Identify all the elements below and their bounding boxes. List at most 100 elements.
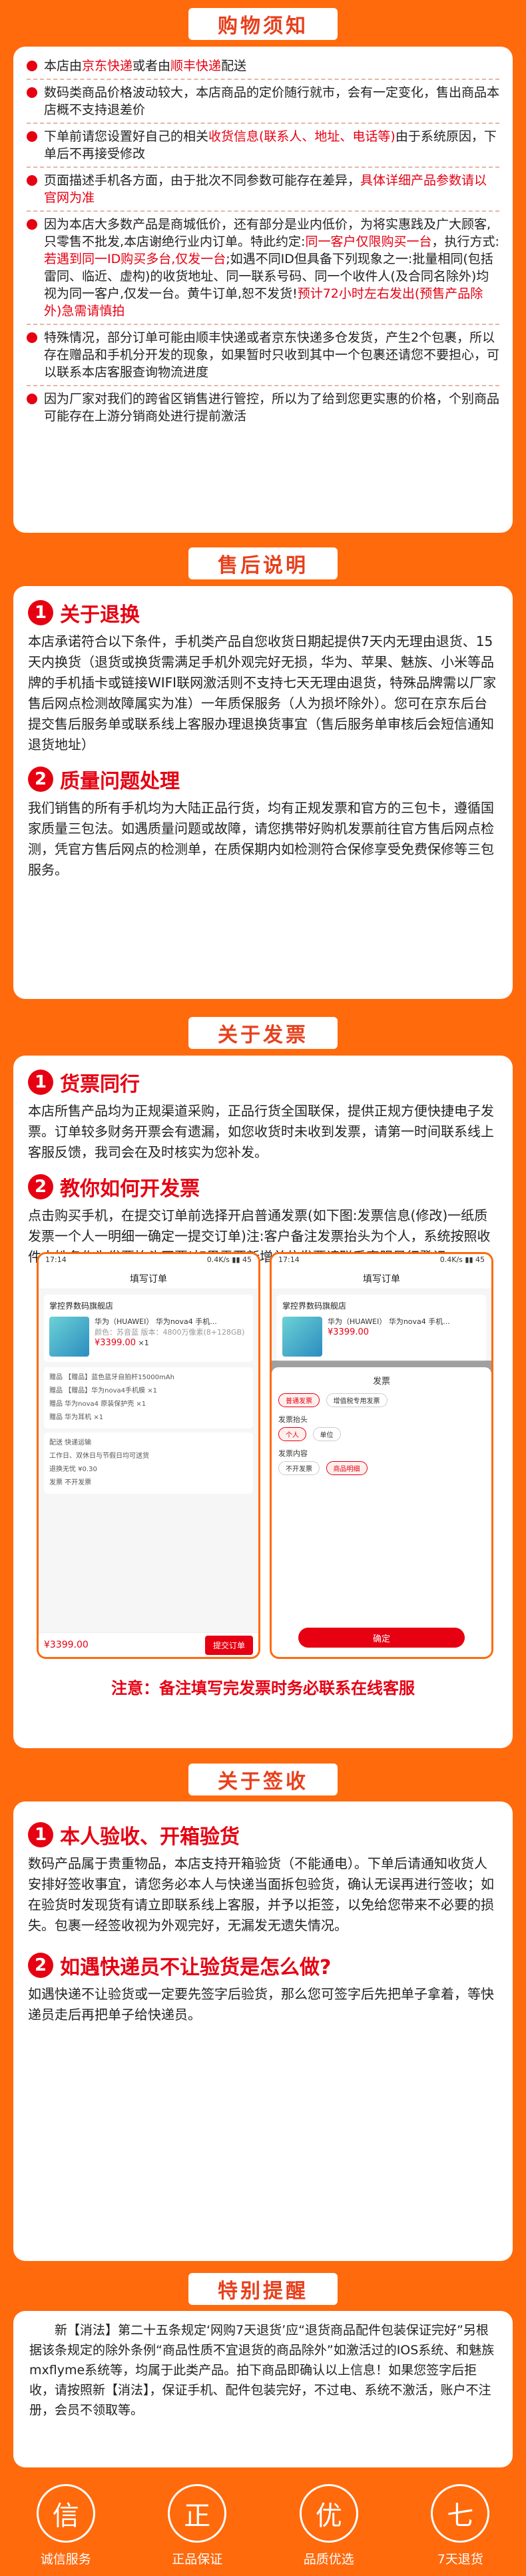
company-chip: 单位 [312, 1427, 341, 1441]
notice-text-part: 本店由 [44, 59, 83, 73]
bullet-icon [27, 61, 37, 71]
section-title-notice: 购物须知 [188, 8, 338, 40]
delivery-lines: 配送 快递运输 工作日、双休日与节假日均可送货 退换无忧 ¥0.30 发票 不开… [44, 1433, 253, 1494]
notice-text: 本店由京东快递或者由顺丰快递配送 [44, 57, 246, 75]
quality-heading: 2 质量问题处理 [13, 765, 513, 794]
bullet-icon [27, 219, 37, 230]
order-lines: 赠品 【赠品】蓝色蓝牙自拍杆15000mAh 赠品 【赠品】华为nova4手机膜… [44, 1367, 253, 1429]
product-row: 华为（HUAWEI） 华为nova4 手机... 颜色：苏音蓝 版本：4800万… [49, 1317, 248, 1357]
product-name: 华为（HUAWEI） 华为nova4 手机... [328, 1317, 450, 1326]
courier-text: 如遇快递不让验货或一定要先签字后验货，那么您可签字后先把单子拿着，等快递员走后再… [28, 1986, 494, 2023]
product-price: ¥3399.00 [328, 1327, 370, 1337]
invoice-header-row: 个人 单位 [278, 1427, 485, 1441]
return-policy-text: 本店承诺符合以下条件，手机类产品自您收货日期起提供7天内无理由退货、15天内换货… [28, 633, 497, 753]
courier-sf: 顺丰快递 [170, 59, 222, 73]
store-name: 掌控界数码旗舰店 [282, 1301, 347, 1311]
order-screenshot: 17:14 0.4K/s ▮▮ 45 填写订单 掌控界数码旗舰店 华为（HUAWE… [37, 1252, 260, 1659]
divider [27, 385, 499, 386]
heading-text: 本人验收、开箱验货 [60, 1825, 240, 1849]
invoice-note: 注意：备注填写完发票时务必联系在线客服 [111, 1679, 415, 1698]
notice-highlight: 同一客户仅限购买一台 [305, 234, 432, 249]
invoice-content-row: 不开发票 商品明细 [278, 1461, 485, 1475]
invoice-header-label: 发票抬头 [278, 1415, 308, 1424]
notice-text-part: 页面描述手机各方面，由于批次不同参数可能存在差异， [44, 173, 361, 188]
phone-image [49, 1317, 89, 1357]
sheet-title: 发票 [372, 1377, 390, 1387]
seven-glyph: 七 [447, 2501, 474, 2531]
status-info: 0.4K/s ▮▮ 45 [206, 1255, 252, 1264]
order-footer: ¥3399.00 提交订单 [39, 1632, 258, 1657]
notice-text: 页面描述手机各方面，由于批次不同参数可能存在差异，具体详细产品参数请以官网为准 [44, 172, 499, 206]
section-title-invoice: 关于发票 [188, 1017, 338, 1049]
honest-glyph: 信 [52, 2501, 79, 2531]
store-block: 掌控界数码旗舰店 华为（HUAWEI） 华为nova4 手机... 颜色：苏音蓝… [44, 1295, 253, 1362]
notice-text: 下单前请您设置好自己的相关收货信息(联系人、地址、电话等)由于系统原因，下单后不… [44, 128, 499, 162]
invoice-type-row: 普通发票 增值税专用发票 [278, 1393, 485, 1407]
notice-item: 下单前请您设置好自己的相关收货信息(联系人、地址、电话等)由于系统原因，下单后不… [27, 128, 499, 162]
feature-quality: 优 品质优选 [282, 2484, 376, 2567]
sign-heading-1: 1 本人验收、开箱验货 [13, 1820, 513, 1849]
notice-item: 数码类商品价格波动较大，本店商品的定价随行就市，会有一定变化，售出商品本店概不支… [27, 84, 499, 119]
bullet-icon [27, 87, 37, 98]
feature-genuine: 正 正品保证 [150, 2484, 244, 2567]
number-one-icon: 1 [28, 1070, 53, 1095]
store-block: 掌控界数码旗舰店 华为（HUAWEI） 华为nova4 手机... ¥3399.… [277, 1295, 486, 1362]
sign-heading-2: 2 如遇快递员不让验货是怎么做? [13, 1951, 513, 1980]
order-line: 退换无忧 ¥0.30 [49, 1466, 97, 1473]
notice-text: 特殊情况，部分订单可能由顺丰快递或者京东快递多仓发货，产生2个包裹，所以存在赠品… [44, 330, 500, 380]
feature-label: 品质优选 [303, 2552, 354, 2567]
vat-invoice-chip: 增值税专用发票 [326, 1393, 388, 1407]
divider [27, 324, 499, 325]
number-one-icon: 1 [28, 600, 53, 625]
status-bar: 17:14 0.4K/s ▮▮ 45 [39, 1254, 258, 1269]
order-line: 赠品 【赠品】华为nova4手机膜 ×1 [49, 1387, 157, 1395]
invoice-screenshot: 17:14 0.4K/s ▮▮ 45 填写订单 掌控界数码旗舰店 华为（HUAWE… [270, 1252, 493, 1659]
invoice-sheet: 发票 普通发票 增值税专用发票 发票抬头 个人 单位 发票内容 不开发票 商品明… [272, 1367, 491, 1657]
heading-text: 关于退换 [60, 603, 140, 627]
bullet-icon [27, 332, 37, 343]
number-two-icon: 2 [28, 1174, 53, 1199]
phone-image [282, 1317, 322, 1357]
section-title-after-sales: 售后说明 [188, 547, 338, 579]
genuine-glyph: 正 [184, 2501, 211, 2531]
normal-invoice-chip: 普通发票 [278, 1393, 320, 1407]
product-info: 华为（HUAWEI） 华为nova4 手机... 颜色：苏音蓝 版本：4800万… [95, 1317, 244, 1357]
submit-order-button: 提交订单 [204, 1635, 253, 1655]
status-time: 17:14 [45, 1255, 67, 1264]
return-heading: 1 关于退换 [13, 598, 513, 627]
inspection-text: 数码产品属于贵重物品，本店支持开箱验货（不能通电）。下单后请通知收货人安排好签收… [28, 1855, 494, 1933]
bullet-icon [27, 394, 37, 404]
seven-day-icon: 七 [431, 2484, 490, 2543]
after-sales-card: 1 关于退换 本店承诺符合以下条件，手机类产品自您收货日期起提供7天内无理由退货… [13, 586, 513, 999]
courier-jd: 京东快递 [82, 59, 133, 73]
invoice-text: 本店所售产品均为正规渠道采购，正品行货全国联保，提供正规方便快捷电子发票。订单较… [28, 1103, 494, 1160]
service-features: 信 诚信服务 正 正品保证 优 品质优选 七 7天退货 [0, 2484, 526, 2576]
notice-item: 因为本店大多数产品是商城低价，还有部分是业内低价，为将实惠践及广大顾客,只零售不… [27, 216, 499, 320]
bullet-icon [27, 131, 37, 142]
notice-item: 页面描述手机各方面，由于批次不同参数可能存在差异，具体详细产品参数请以官网为准 [27, 172, 499, 206]
product-qty: ×1 [138, 1339, 149, 1347]
feature-honest: 信 诚信服务 [19, 2484, 113, 2567]
detail-chip: 商品明细 [326, 1461, 368, 1475]
product-spec: 颜色：苏音蓝 版本：4800万像素(8+128GB) [95, 1328, 245, 1337]
special-notice-text: 新【消法】第二十五条规定‘网购7天退货’应“退货商品配件包装保证完好”另根据该条… [29, 2323, 495, 2417]
invoice-card: 1 货票同行 本店所售产品均为正规渠道采购，正品行货全国联保，提供正规方便快捷电… [13, 1056, 513, 1748]
invoice-heading-1: 1 货票同行 [13, 1068, 513, 1097]
quality-glyph: 优 [315, 2501, 342, 2531]
number-one-icon: 1 [28, 1822, 53, 1847]
status-bar: 17:14 0.4K/s ▮▮ 45 [272, 1254, 491, 1269]
invoice-content-label: 发票内容 [278, 1449, 308, 1458]
feature-label: 7天退货 [437, 2552, 483, 2567]
order-line: 赠品 华为耳机 ×1 [49, 1414, 104, 1421]
section-title-sign: 关于签收 [188, 1764, 338, 1795]
sign-card: 1 本人验收、开箱验货 数码产品属于贵重物品，本店支持开箱验货（不能通电）。下单… [13, 1801, 513, 2261]
notice-item: 特殊情况，部分订单可能由顺丰快递或者京东快递多仓发货，产生2个包裹，所以存在赠品… [27, 329, 499, 381]
heading-text: 货票同行 [60, 1073, 140, 1096]
status-info: 0.4K/s ▮▮ 45 [439, 1255, 485, 1264]
notice-highlight: 收货信息(联系人、地址、电话等) [208, 129, 395, 144]
divider [27, 210, 499, 212]
divider [27, 79, 499, 80]
special-card: 新【消法】第二十五条规定‘网购7天退货’应“退货商品配件包装保证完好”另根据该条… [13, 2311, 513, 2467]
notice-text-part: ，执行方式: [431, 234, 499, 249]
order-total: ¥3399.00 [44, 1640, 89, 1650]
